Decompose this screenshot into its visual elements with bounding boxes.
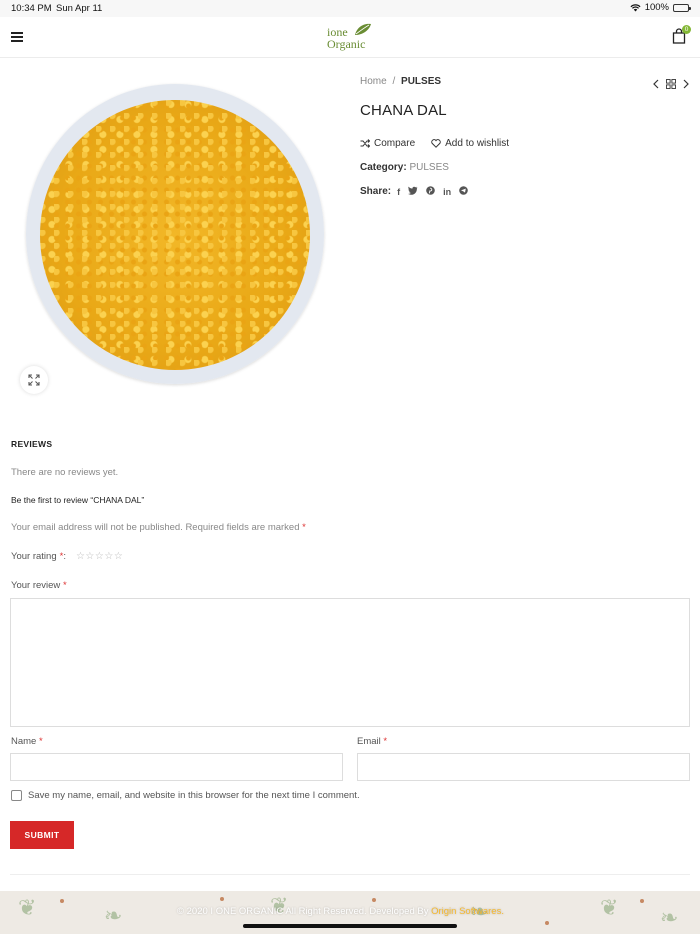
product-image[interactable]	[20, 76, 330, 396]
compare-label: Compare	[374, 138, 416, 149]
twitter-icon[interactable]	[408, 186, 418, 197]
logo-text-bottom: Organic	[327, 37, 366, 51]
telegram-icon[interactable]	[459, 186, 468, 197]
review-label: Your review *	[11, 580, 67, 591]
linkedin-icon[interactable]: in	[443, 187, 451, 197]
grid-icon	[666, 79, 676, 89]
name-label-text: Name	[11, 736, 37, 747]
footer-dot-decoration	[372, 898, 376, 902]
breadcrumb-separator: /	[392, 76, 396, 87]
facebook-icon[interactable]: f	[397, 187, 400, 197]
notes-text: Your email address will not be published…	[11, 522, 300, 533]
name-required-asterisk: *	[38, 736, 43, 747]
review-form-title: Be the first to review “CHANA DAL”	[11, 495, 145, 505]
email-label: Email *	[357, 736, 387, 747]
breadcrumb-current[interactable]: PULSES	[401, 76, 441, 87]
save-info-checkbox[interactable]	[11, 790, 22, 801]
share-icons: f in	[397, 186, 468, 197]
wifi-icon	[630, 3, 641, 11]
email-required-asterisk: *	[383, 736, 388, 747]
copyright-text: © 2020 I ONE ORGANIC All Right Reserved.…	[177, 906, 429, 917]
status-date: Sun Apr 11	[56, 3, 103, 14]
product-actions: Compare Add to wishlist	[360, 138, 509, 149]
footer-leaf-decoration: ❧	[660, 905, 679, 930]
required-asterisk: *	[302, 522, 306, 533]
review-textarea[interactable]	[10, 598, 690, 727]
site-header: ione Organic 0	[0, 17, 700, 58]
developer-link[interactable]: Origin Softwares.	[431, 906, 504, 917]
footer-copyright: © 2020 I ONE ORGANIC All Right Reserved.…	[177, 906, 504, 917]
next-product-button[interactable]	[682, 76, 690, 94]
shuffle-icon	[360, 139, 370, 148]
product-title: CHANA DAL	[360, 102, 447, 119]
required-fields-note: Your email address will not be published…	[11, 522, 306, 533]
rating-label: Your rating	[11, 551, 57, 562]
email-field[interactable]	[357, 753, 690, 781]
chevron-right-icon	[683, 79, 689, 89]
review-label-text: Your review	[11, 580, 61, 591]
wishlist-label: Add to wishlist	[445, 138, 510, 149]
save-info-label[interactable]: Save my name, email, and website in this…	[28, 790, 360, 801]
menu-icon[interactable]	[11, 32, 23, 42]
rating-colon: :	[63, 551, 66, 562]
back-to-products-button[interactable]	[666, 76, 676, 94]
footer-leaf-decoration: ❧	[104, 903, 123, 928]
footer-leaf-decoration: ❦	[600, 895, 619, 920]
save-info-row: Save my name, email, and website in this…	[11, 790, 360, 801]
breadcrumb: Home / PULSES	[360, 76, 441, 87]
footer-dot-decoration	[220, 897, 224, 901]
zoom-expand-button[interactable]	[20, 366, 48, 394]
battery-percent: 100%	[644, 2, 669, 13]
category-link[interactable]: PULSES	[409, 162, 448, 173]
email-label-text: Email	[357, 736, 381, 747]
chana-dal-image	[40, 100, 310, 370]
product-category: Category: PULSES	[360, 162, 449, 173]
status-time: 10:34 PM	[11, 3, 52, 14]
status-right: 100%	[630, 2, 691, 13]
footer-dot-decoration	[545, 921, 549, 925]
compare-button[interactable]: Compare	[360, 138, 415, 149]
footer-dot-decoration	[60, 899, 64, 903]
site-logo[interactable]: ione Organic	[326, 21, 378, 55]
rating-row: Your rating * : ☆☆☆☆☆	[11, 551, 123, 562]
previous-product-button[interactable]	[652, 76, 660, 94]
breadcrumb-home[interactable]: Home	[360, 76, 387, 87]
cart-count-badge: 0	[682, 25, 691, 34]
submit-button[interactable]: SUBMIT	[10, 821, 74, 849]
chevron-left-icon	[653, 79, 659, 89]
category-key: Category:	[360, 162, 407, 173]
name-label: Name *	[11, 736, 43, 747]
pinterest-icon[interactable]	[426, 186, 435, 197]
divider	[10, 874, 690, 875]
name-field[interactable]	[10, 753, 343, 781]
battery-icon	[673, 3, 691, 12]
status-bar: 10:34 PM Sun Apr 11 100%	[0, 0, 700, 17]
footer-dot-decoration	[640, 899, 644, 903]
product-navigation	[652, 76, 690, 94]
expand-icon	[28, 374, 40, 386]
cart-button[interactable]: 0	[672, 25, 692, 48]
home-indicator[interactable]	[243, 924, 457, 928]
reviews-heading[interactable]: REVIEWS	[11, 439, 52, 449]
footer-leaf-decoration: ❦	[18, 895, 37, 920]
no-reviews-text: There are no reviews yet.	[11, 467, 119, 478]
leaf-logo-icon	[355, 23, 371, 35]
share-key: Share:	[360, 186, 392, 197]
share-row: Share: f in	[360, 186, 468, 197]
star-rating-selector[interactable]: ☆☆☆☆☆	[76, 551, 123, 562]
add-to-wishlist-button[interactable]: Add to wishlist	[431, 138, 509, 149]
heart-icon	[431, 139, 441, 148]
review-required-asterisk: *	[62, 580, 67, 591]
